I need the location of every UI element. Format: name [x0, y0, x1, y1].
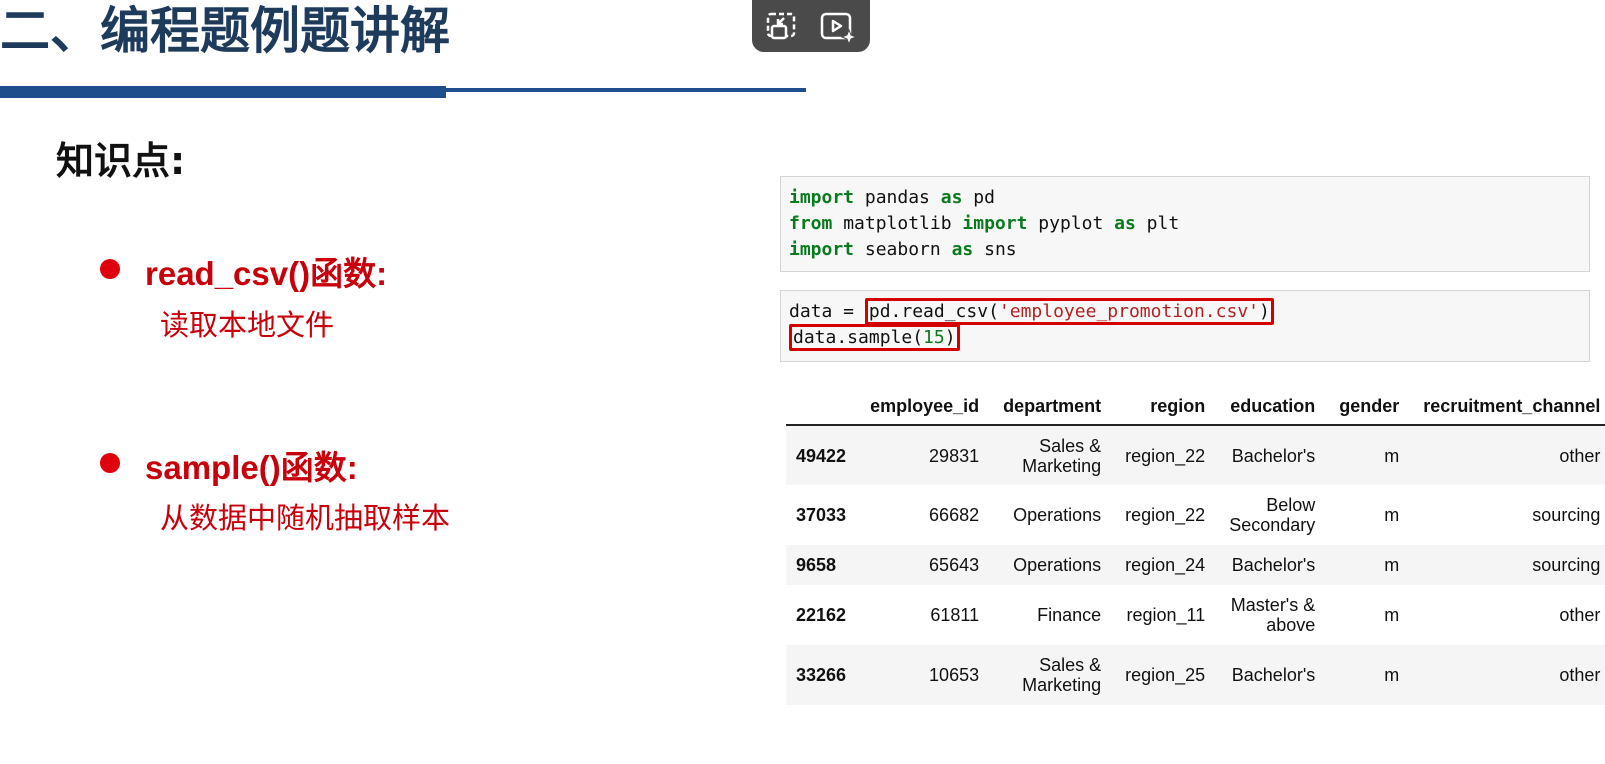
table-cell: Sales & Marketing	[1022, 655, 1102, 695]
table-cell: sourcing	[1532, 505, 1601, 525]
table-cell: 66682	[929, 505, 980, 525]
table-cell: other	[1559, 445, 1601, 466]
code-line: data.sample(15)	[789, 324, 1581, 351]
code-cell-imports[interactable]: import pandas as pd from matplotlib impo…	[780, 176, 1590, 272]
table-cell: sourcing	[1532, 555, 1601, 575]
code-line: from matplotlib import pyplot as plt	[789, 213, 1180, 234]
table-row: 22162 61811 Finance region_11 Master's &…	[786, 585, 1605, 645]
row-index: 9658	[796, 555, 837, 575]
row-index: 22162	[796, 605, 847, 625]
table-cell: 65643	[929, 555, 980, 575]
code-line: data = pd.read_csv('employee_promotion.c…	[789, 298, 1581, 325]
table-cell: region_11	[1126, 605, 1206, 625]
table-cell: Master's & above	[1230, 595, 1316, 635]
table-row: 49422 29831 Sales & Marketing region_22 …	[786, 425, 1605, 485]
table-cell: Operations	[1013, 505, 1102, 525]
bullet-title-read-csv: read_csv()函数:	[145, 255, 388, 292]
code-line: import pandas as pd	[789, 187, 995, 208]
table-cell: Bachelor's	[1231, 555, 1316, 575]
column-header	[786, 388, 860, 425]
table-cell: Finance	[1037, 605, 1102, 625]
table-cell: 61811	[930, 605, 980, 625]
table-cell: m	[1384, 605, 1400, 625]
video-overlay-controls	[752, 0, 870, 52]
bullet-dot	[100, 453, 120, 473]
column-header: education	[1230, 395, 1316, 416]
code-cell-read-sample[interactable]: data = pd.read_csv('employee_promotion.c…	[780, 290, 1590, 362]
table-cell: m	[1384, 555, 1400, 575]
row-index: 33266	[796, 665, 847, 685]
column-header: region	[1150, 395, 1206, 416]
column-header: recruitment_channel	[1423, 395, 1601, 416]
table-cell: region_22	[1125, 445, 1206, 466]
title-underline-thin	[446, 88, 806, 92]
table-cell: region_25	[1125, 665, 1206, 685]
row-index: 49422	[796, 445, 847, 466]
table-cell: m	[1384, 445, 1400, 466]
table-cell: region_24	[1125, 555, 1206, 575]
column-header: department	[1003, 395, 1102, 416]
table-cell: Sales & Marketing	[1022, 435, 1102, 476]
slide-title: 二、编程题例题讲解	[0, 2, 450, 60]
highlight-sample: data.sample(15)	[789, 324, 960, 351]
table-cell: other	[1559, 665, 1601, 685]
row-index: 37033	[796, 505, 847, 525]
picture-in-picture-icon	[766, 12, 796, 40]
dataframe-output: employee_id department region education …	[786, 388, 1605, 705]
video-sparkle-icon	[820, 12, 858, 46]
column-header: gender	[1339, 395, 1400, 416]
title-underline-thick	[0, 86, 446, 98]
table-cell: other	[1559, 605, 1601, 625]
table-row: 9658 65643 Operations region_24 Bachelor…	[786, 545, 1605, 585]
column-header: employee_id	[870, 395, 980, 416]
table-cell: 29831	[929, 445, 980, 466]
table-cell: Bachelor's	[1231, 665, 1316, 685]
table-cell: Below Secondary	[1229, 495, 1316, 535]
table-row: 37033 66682 Operations region_22 Below S…	[786, 485, 1605, 545]
bullet-dot	[100, 259, 120, 279]
table-cell: 10653	[929, 665, 980, 685]
bullet-desc-sample: 从数据中随机抽取样本	[160, 501, 451, 535]
video-ai-button[interactable]	[818, 6, 858, 46]
table-header-row: employee_id department region education …	[786, 388, 1605, 425]
bullet-desc-read-csv: 读取本地文件	[160, 308, 335, 342]
table-cell: region_22	[1125, 505, 1206, 525]
table-cell: m	[1384, 665, 1400, 685]
table-cell: m	[1384, 505, 1400, 525]
highlight-read-csv: pd.read_csv('employee_promotion.csv')	[864, 298, 1274, 325]
bullet-title-sample: sample()函数:	[145, 449, 358, 486]
table-row: 33266 10653 Sales & Marketing region_25 …	[786, 645, 1605, 705]
table-cell: Operations	[1013, 555, 1102, 575]
code-line: import seaborn as sns	[789, 239, 1017, 260]
table-cell: Bachelor's	[1231, 445, 1316, 466]
knowledge-heading: 知识点:	[56, 139, 186, 183]
picture-in-picture-button[interactable]	[762, 6, 802, 46]
